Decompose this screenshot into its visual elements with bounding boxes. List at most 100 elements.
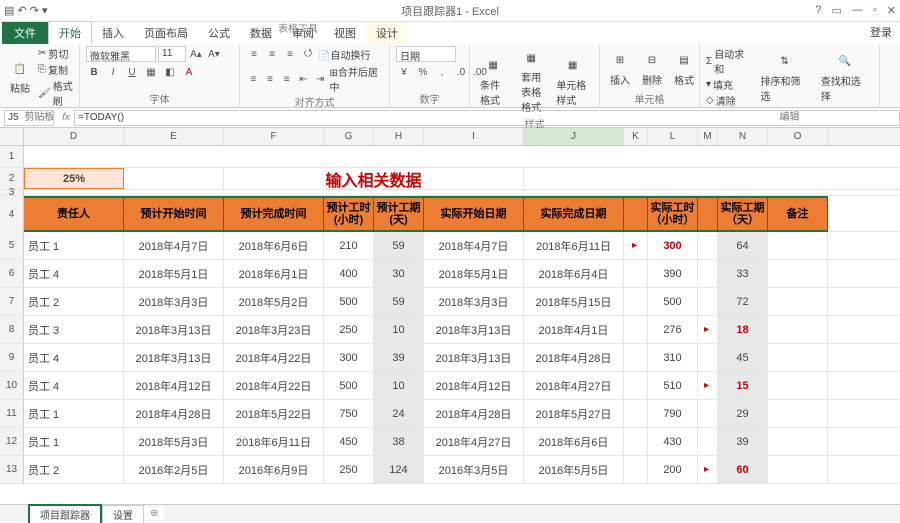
cell-flag2[interactable] — [698, 428, 718, 455]
cell-plan-days[interactable]: 24 — [374, 400, 424, 427]
align-bot-icon[interactable]: ≡ — [282, 46, 298, 62]
cell-plan-hours[interactable]: 500 — [324, 372, 374, 399]
cellstyle-button[interactable]: ▦单元格样式 — [552, 54, 593, 109]
cell-flag2[interactable]: ▸ — [698, 456, 718, 483]
col-header[interactable]: D — [24, 128, 124, 145]
cell-person[interactable]: 员工 1 — [24, 400, 124, 427]
sheet-tab-settings[interactable]: 设置 — [102, 505, 144, 523]
cell-flag2[interactable]: ▸ — [698, 316, 718, 343]
fx-icon[interactable]: fx — [58, 112, 74, 123]
th-plan-hours[interactable]: 预计工时 (小时) — [324, 196, 374, 232]
col-header[interactable]: N — [718, 128, 768, 145]
cell-act-hours[interactable]: 200 — [648, 456, 698, 483]
cell-notes[interactable] — [768, 288, 828, 315]
th-notes[interactable]: 备注 — [768, 196, 828, 232]
cell-act-days[interactable]: 39 — [718, 428, 768, 455]
cell-plan-hours[interactable]: 300 — [324, 344, 374, 371]
cell-act-start[interactable]: 2018年3月13日 — [424, 344, 524, 371]
cell-act-hours[interactable]: 430 — [648, 428, 698, 455]
cell-notes[interactable] — [768, 456, 828, 483]
tab-formulas[interactable]: 公式 — [198, 22, 240, 44]
cell-plan-days[interactable]: 39 — [374, 344, 424, 371]
select-all-corner[interactable] — [0, 128, 24, 145]
cell-plan-end[interactable]: 2018年6月6日 — [224, 232, 324, 259]
th-act-hours[interactable]: 实际工时 （小时） — [648, 196, 698, 232]
signin-link[interactable]: 登录 — [870, 24, 892, 40]
cell-plan-days[interactable]: 59 — [374, 288, 424, 315]
cell-notes[interactable] — [768, 344, 828, 371]
minimize-icon[interactable]: — — [852, 4, 863, 17]
cell-act-start[interactable]: 2016年3月5日 — [424, 456, 524, 483]
align-center-icon[interactable]: ≡ — [263, 71, 278, 87]
th-act-start[interactable]: 实际开始日期 — [424, 196, 524, 232]
cell-plan-days[interactable]: 38 — [374, 428, 424, 455]
cell-plan-days[interactable]: 10 — [374, 316, 424, 343]
wrap-button[interactable]: 📄自动换行 — [318, 47, 370, 62]
cell-plan-end[interactable]: 2018年3月23日 — [224, 316, 324, 343]
cell-flag[interactable] — [624, 428, 648, 455]
cell-plan-hours[interactable]: 500 — [324, 288, 374, 315]
cell-flag[interactable] — [624, 456, 648, 483]
formula-input[interactable]: =TODAY() — [74, 110, 900, 126]
col-header[interactable]: E — [124, 128, 224, 145]
font-color-button[interactable]: A — [181, 64, 197, 80]
cell-flag2[interactable] — [698, 344, 718, 371]
cell-person[interactable]: 员工 2 — [24, 288, 124, 315]
cell-flag[interactable]: ▸ — [624, 232, 648, 259]
cell-notes[interactable] — [768, 316, 828, 343]
cell-person[interactable]: 员工 4 — [24, 344, 124, 371]
cell-plan-end[interactable]: 2018年4月22日 — [224, 372, 324, 399]
delete-button[interactable]: ⊟删除 — [638, 49, 666, 89]
cell-plan-start[interactable]: 2018年5月3日 — [124, 428, 224, 455]
cell-flag[interactable] — [624, 372, 648, 399]
col-header[interactable]: F — [224, 128, 324, 145]
cell-plan-end[interactable]: 2018年6月11日 — [224, 428, 324, 455]
tab-insert[interactable]: 插入 — [92, 22, 134, 44]
row-header[interactable]: 9 — [0, 344, 24, 371]
paste-button[interactable]: 📋粘贴 — [6, 57, 34, 97]
cell-plan-end[interactable]: 2018年5月22日 — [224, 400, 324, 427]
cell-plan-end[interactable]: 2018年5月2日 — [224, 288, 324, 315]
cell-notes[interactable] — [768, 232, 828, 259]
orientation-icon[interactable]: ⭯ — [300, 46, 316, 62]
cell-act-start[interactable]: 2018年4月28日 — [424, 400, 524, 427]
tab-view[interactable]: 视图 — [324, 22, 366, 44]
cell-plan-hours[interactable]: 250 — [324, 456, 374, 483]
tab-data[interactable]: 数据 — [240, 22, 282, 44]
tab-home[interactable]: 开始 — [48, 21, 92, 44]
percent-cell[interactable]: 25% — [24, 168, 124, 189]
th-act-end[interactable]: 实际完成日期 — [524, 196, 624, 232]
align-mid-icon[interactable]: ≡ — [264, 46, 280, 62]
th-plan-days[interactable]: 预计工期 (天) — [374, 196, 424, 232]
tab-design[interactable]: 设计 — [366, 22, 408, 44]
cell-act-end[interactable]: 2018年5月15日 — [524, 288, 624, 315]
cell-plan-days[interactable]: 59 — [374, 232, 424, 259]
row-header[interactable]: 7 — [0, 288, 24, 315]
row-header[interactable]: 8 — [0, 316, 24, 343]
cell-plan-days[interactable]: 124 — [374, 456, 424, 483]
cell-person[interactable]: 员工 1 — [24, 232, 124, 259]
cell-act-days[interactable]: 72 — [718, 288, 768, 315]
th-person[interactable]: 责任人 — [24, 196, 124, 232]
increase-font-icon[interactable]: A▴ — [188, 46, 204, 62]
cell-act-hours[interactable]: 510 — [648, 372, 698, 399]
cell-person[interactable]: 员工 1 — [24, 428, 124, 455]
bold-button[interactable]: B — [86, 64, 102, 80]
cell-act-days[interactable]: 18 — [718, 316, 768, 343]
cell-plan-start[interactable]: 2016年2月5日 — [124, 456, 224, 483]
th-plan-end[interactable]: 预计完成时间 — [224, 196, 324, 232]
find-button[interactable]: 🔍查找和选择 — [817, 50, 873, 105]
cell-flag2[interactable] — [698, 260, 718, 287]
cell-act-hours[interactable]: 390 — [648, 260, 698, 287]
cell-act-start[interactable]: 2018年4月27日 — [424, 428, 524, 455]
row-header[interactable]: 1 — [0, 146, 24, 167]
insert-button[interactable]: ⊞插入 — [606, 49, 634, 89]
cell-plan-hours[interactable]: 210 — [324, 232, 374, 259]
cell-plan-start[interactable]: 2018年4月12日 — [124, 372, 224, 399]
indent-inc-icon[interactable]: ⇥ — [313, 71, 328, 87]
dec-inc-icon[interactable]: .0 — [453, 64, 469, 80]
align-top-icon[interactable]: ≡ — [246, 46, 262, 62]
indent-dec-icon[interactable]: ⇤ — [296, 71, 311, 87]
cell-plan-hours[interactable]: 450 — [324, 428, 374, 455]
row-header[interactable]: 6 — [0, 260, 24, 287]
